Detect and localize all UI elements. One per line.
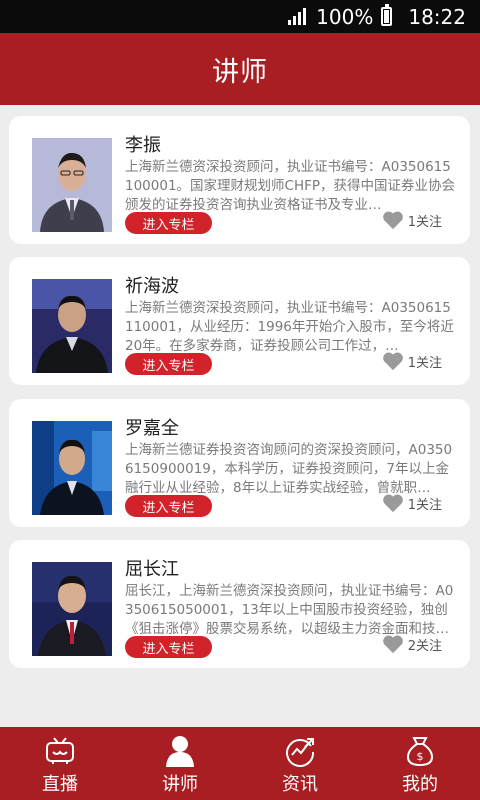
lecturer-name: 祈海波 — [125, 276, 179, 297]
nav-label: 我的 — [402, 774, 438, 795]
svg-text:$: $ — [417, 750, 424, 763]
nav-item-live[interactable]: 直播 — [0, 727, 120, 800]
lecturer-name: 屈长江 — [125, 559, 179, 580]
lecturer-card[interactable]: 罗嘉全 上海新兰德证券投资咨询顾问的资深投资顾问，A03506150900019… — [9, 399, 470, 527]
lecturer-card[interactable]: 李振 上海新兰德资深投资顾问，执业证书编号：A0350615100001。国家理… — [9, 116, 470, 244]
follow-count: 1关注 — [407, 355, 442, 371]
lecturer-card[interactable]: 屈长江 屈长江，上海新兰德资深投资顾问，执业证书编号：A035061505000… — [9, 540, 470, 668]
follow-count: 1关注 — [407, 497, 442, 513]
nav-label: 资讯 — [282, 774, 318, 795]
nav-item-news[interactable]: 资讯 — [240, 727, 360, 800]
follow-control[interactable]: 1关注 — [382, 210, 442, 230]
follow-control[interactable]: 2关注 — [382, 634, 442, 654]
lecturer-name: 李振 — [125, 135, 161, 156]
enter-column-button[interactable]: 进入专栏 — [125, 636, 212, 658]
nav-label: 讲师 — [162, 774, 198, 795]
enter-column-button[interactable]: 进入专栏 — [125, 495, 212, 517]
nav-item-mine[interactable]: $ 我的 — [360, 727, 480, 800]
nav-label: 直播 — [42, 774, 78, 795]
heart-icon — [382, 211, 403, 230]
lecturer-name: 罗嘉全 — [125, 418, 179, 439]
lecturer-description: 屈长江，上海新兰德资深投资顾问，执业证书编号：A0350615050001，13… — [125, 583, 454, 637]
enter-column-button[interactable]: 进入专栏 — [125, 212, 212, 234]
person-icon — [165, 734, 195, 767]
heart-icon — [382, 494, 403, 513]
tv-icon — [44, 734, 76, 767]
follow-control[interactable]: 1关注 — [382, 351, 442, 371]
app-header: 讲师 — [0, 33, 480, 105]
follow-control[interactable]: 1关注 — [382, 493, 442, 513]
battery-percent: 100% — [316, 4, 374, 29]
heart-icon — [382, 352, 403, 371]
lecturer-avatar — [32, 279, 112, 373]
battery-icon — [381, 4, 393, 26]
follow-count: 1关注 — [407, 214, 442, 230]
lecturer-avatar — [32, 562, 112, 656]
lecturer-description: 上海新兰德资深投资顾问，执业证书编号：A0350615110001，从业经历：1… — [125, 300, 454, 354]
news-icon — [284, 734, 316, 767]
lecturer-avatar — [32, 138, 112, 232]
lecturer-avatar — [32, 421, 112, 515]
lecturer-description: 上海新兰德证券投资咨询顾问的资深投资顾问，A03506150900019，本科学… — [125, 442, 453, 496]
bottom-nav: 直播 讲师 资讯 $ 我的 — [0, 727, 480, 800]
lecturer-card[interactable]: 祈海波 上海新兰德资深投资顾问，执业证书编号：A0350615110001，从业… — [9, 257, 470, 385]
enter-column-button[interactable]: 进入专栏 — [125, 353, 212, 375]
status-bar: 100% 18:22 — [0, 0, 480, 33]
follow-count: 2关注 — [407, 638, 442, 654]
clock: 18:22 — [408, 4, 466, 29]
page-title: 讲师 — [212, 56, 268, 88]
heart-icon — [382, 635, 403, 654]
moneybag-icon: $ — [405, 734, 435, 767]
nav-item-lecturer[interactable]: 讲师 — [120, 727, 240, 800]
lecturer-description: 上海新兰德资深投资顾问，执业证书编号：A0350615100001。国家理财规划… — [125, 159, 456, 213]
signal-icon — [288, 7, 308, 26]
